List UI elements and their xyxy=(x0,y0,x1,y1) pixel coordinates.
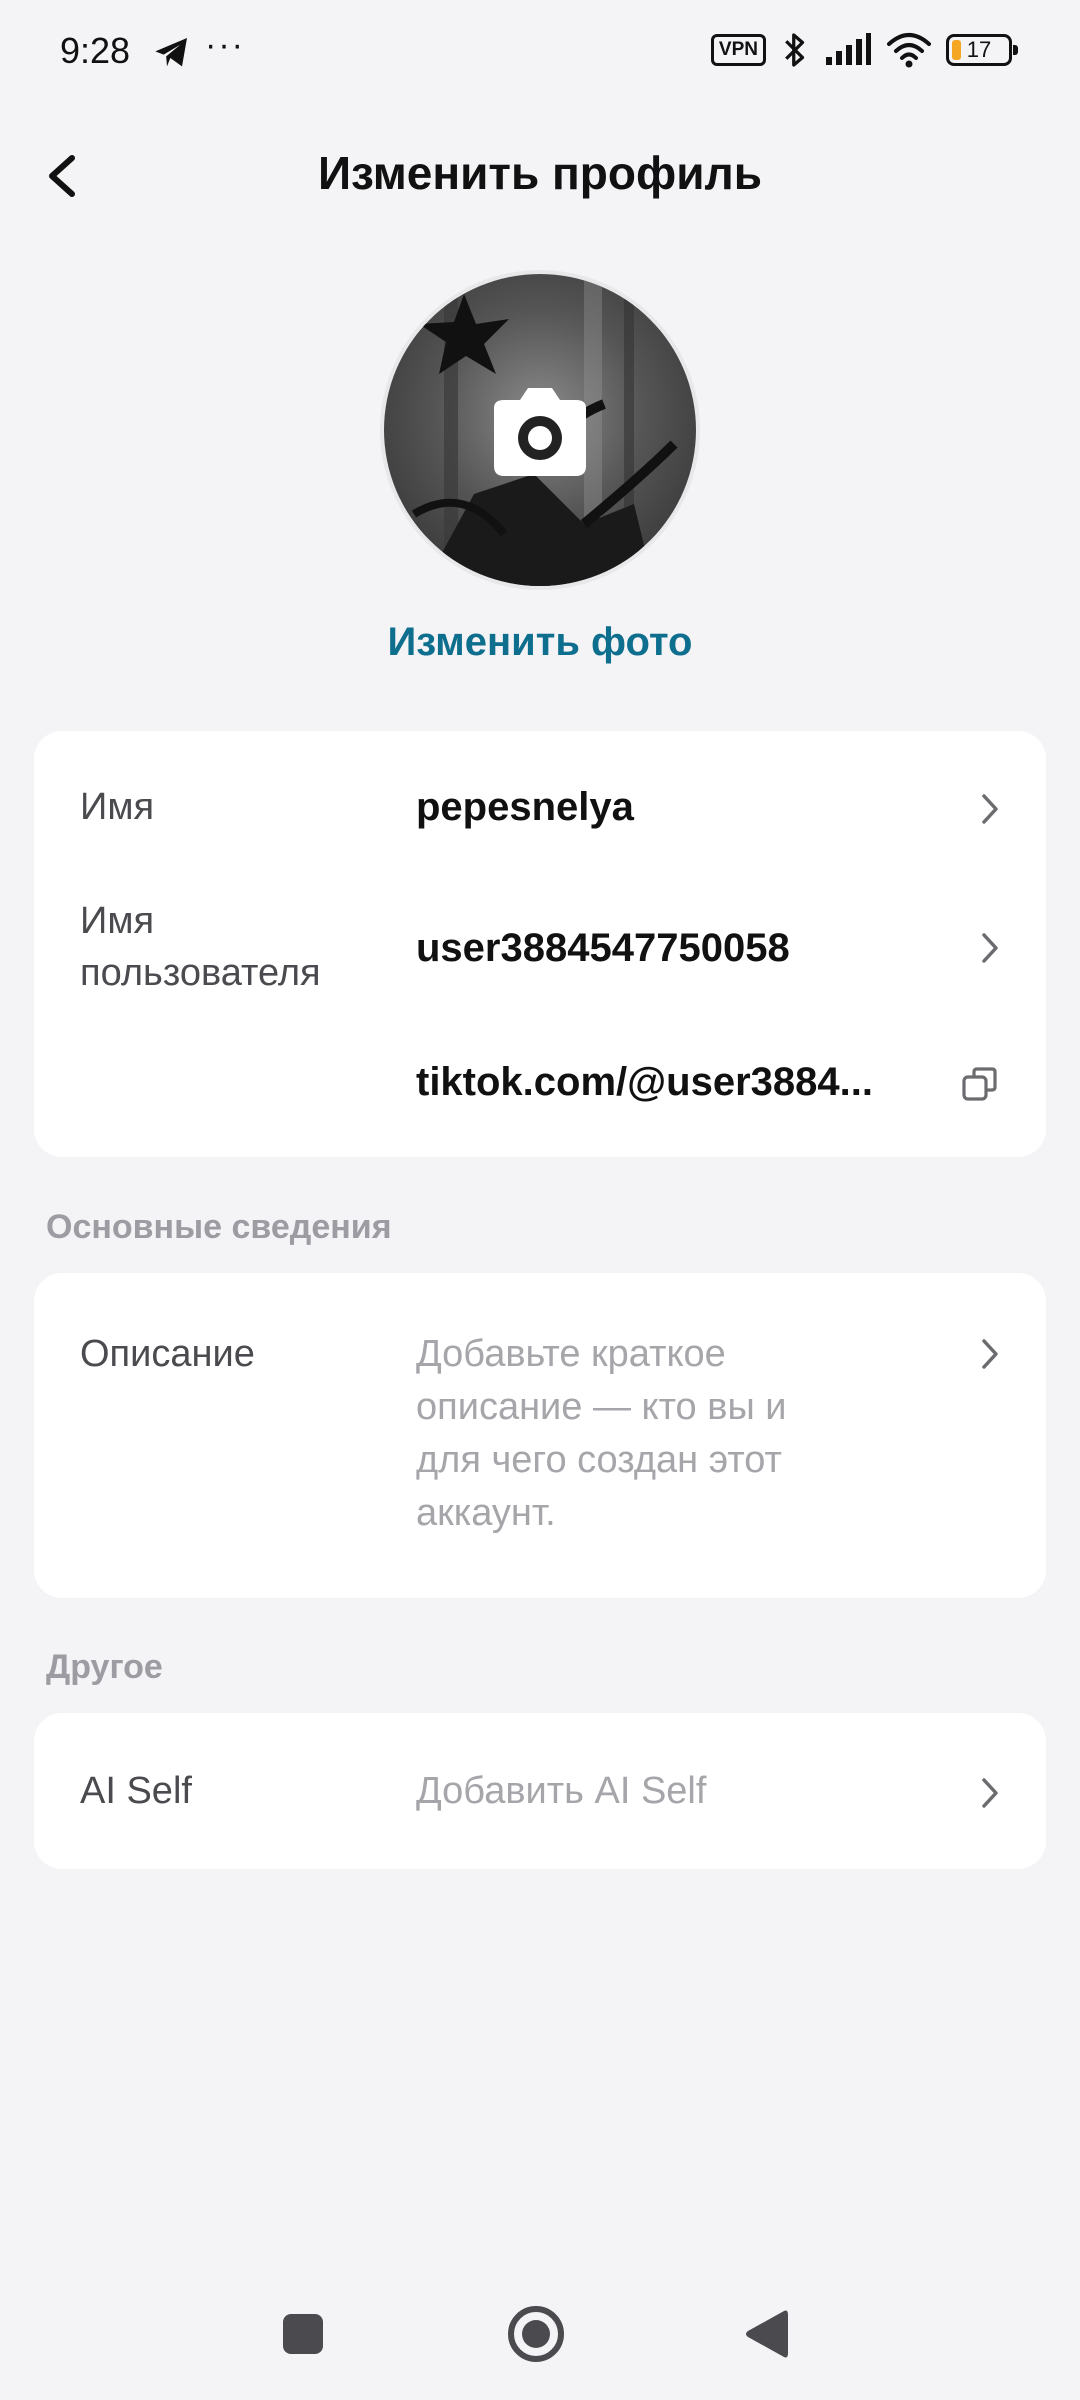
battery-icon: 17 xyxy=(946,34,1018,66)
chevron-right-icon xyxy=(982,794,998,824)
home-icon[interactable] xyxy=(506,2304,566,2364)
bluetooth-icon xyxy=(785,33,805,67)
profile-card: Имя pepesnelya Имя пользователя user3884… xyxy=(34,731,1046,1157)
ai-self-row[interactable]: AI Self Добавить AI Self xyxy=(34,1765,1046,1825)
username-value: user3884547750058 xyxy=(416,926,790,970)
status-bar: 9:28 ··· VPN 17 xyxy=(0,0,1080,105)
name-label: Имя xyxy=(80,786,155,828)
other-section-title: Другое xyxy=(46,1648,163,1686)
avatar[interactable] xyxy=(384,274,696,586)
back-icon[interactable] xyxy=(742,2307,792,2361)
chevron-right-icon xyxy=(982,933,998,963)
name-row[interactable]: Имя pepesnelya xyxy=(34,781,1046,841)
camera-icon xyxy=(494,388,586,476)
ai-self-placeholder: Добавить AI Self xyxy=(416,1770,707,1812)
telegram-icon xyxy=(155,38,187,67)
chevron-right-icon xyxy=(982,1778,998,1808)
basic-info-card: Описание Добавьте краткое описание — кто… xyxy=(34,1273,1046,1598)
username-row[interactable]: Имя пользователя user3884547750058 xyxy=(34,895,1046,1005)
profile-link-value: tiktok.com/@user3884... xyxy=(416,1060,873,1104)
chevron-right-icon xyxy=(982,1339,998,1369)
change-photo-link[interactable]: Изменить фото xyxy=(0,620,1080,665)
status-icons: VPN 17 xyxy=(710,30,1018,70)
profile-link-row[interactable]: tiktok.com/@user3884... xyxy=(34,1056,1046,1116)
username-label: Имя пользователя xyxy=(80,900,321,994)
more-dots: ··· xyxy=(205,26,245,64)
other-card: AI Self Добавить AI Self xyxy=(34,1713,1046,1869)
battery-level: 17 xyxy=(966,37,992,62)
basic-info-section-title: Основные сведения xyxy=(46,1208,392,1246)
page-title: Изменить профиль xyxy=(317,147,763,199)
status-time: 9:28 xyxy=(60,30,131,71)
copy-icon[interactable] xyxy=(960,1064,1000,1104)
wifi-icon xyxy=(887,33,931,68)
bio-placeholder: Добавьте краткое описание — кто вы и для… xyxy=(416,1333,787,1534)
bio-label: Описание xyxy=(80,1333,255,1375)
name-value: pepesnelya xyxy=(416,785,634,829)
signal-icon xyxy=(826,33,871,65)
recents-icon[interactable] xyxy=(283,2314,323,2354)
ai-self-label: AI Self xyxy=(80,1770,192,1812)
bio-row[interactable]: Описание Добавьте краткое описание — кто… xyxy=(34,1328,1046,1548)
vpn-icon: VPN xyxy=(710,34,766,66)
